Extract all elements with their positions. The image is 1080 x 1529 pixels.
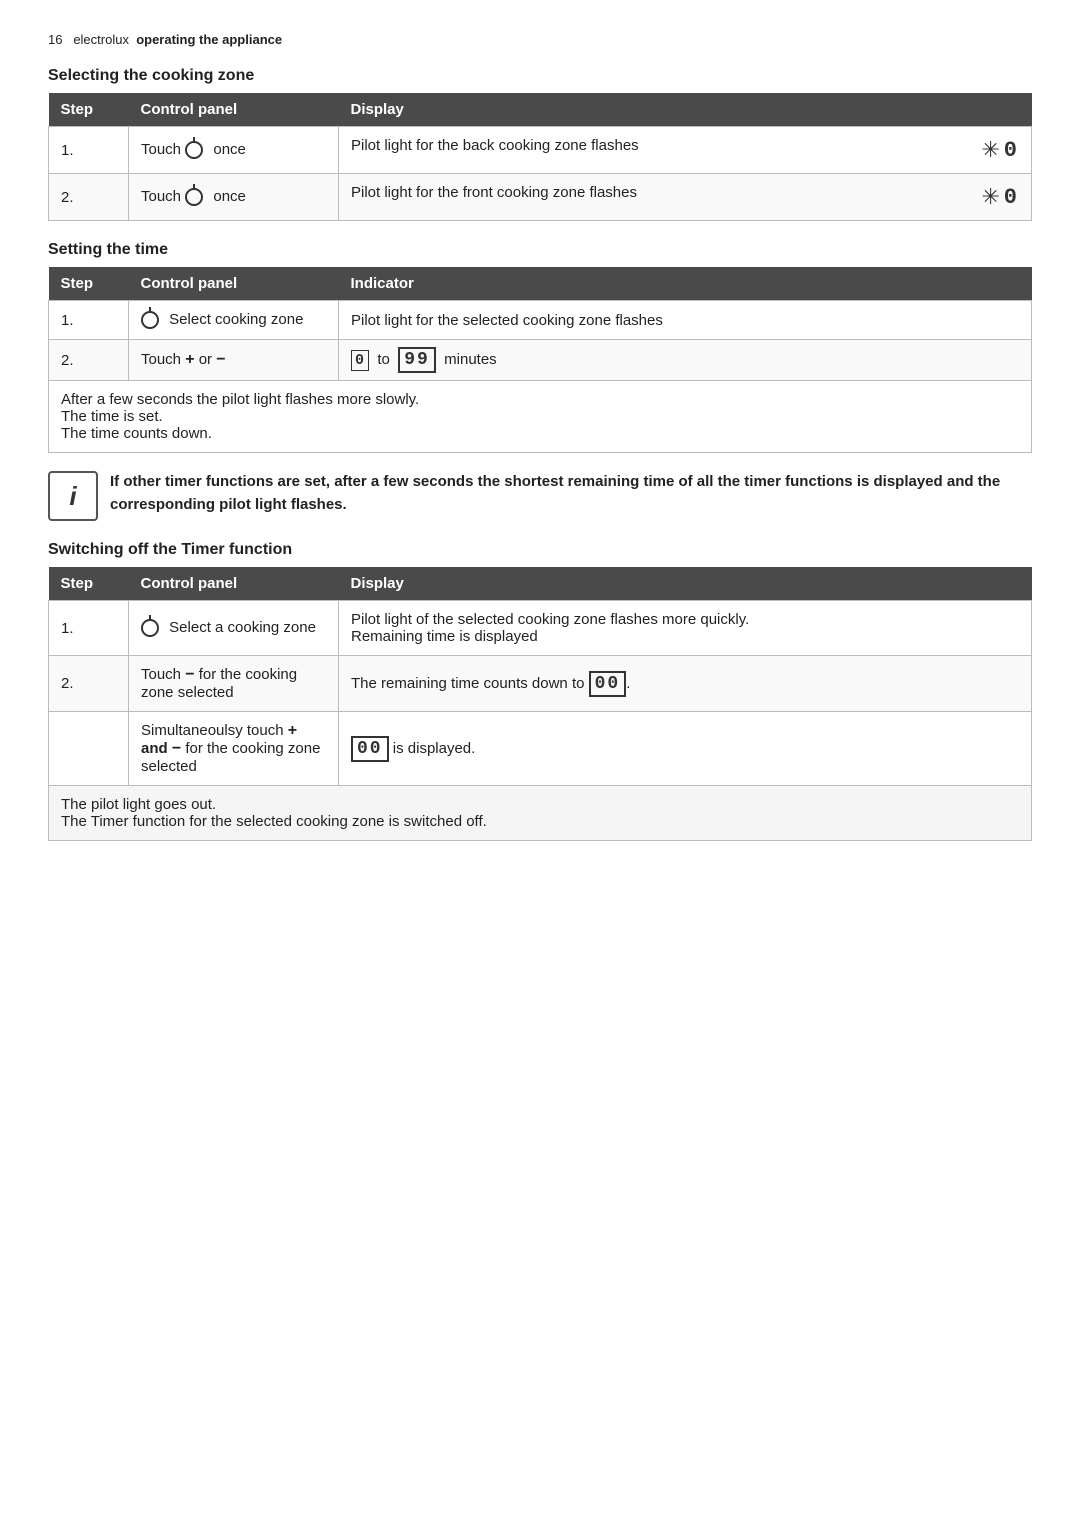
flash-indicator-1: ✳ 0 [981, 137, 1019, 163]
col-step-1: Step [49, 93, 129, 127]
info-box-text: If other timer functions are set, after … [110, 471, 1032, 516]
zero-zero-display: 00 [589, 671, 627, 697]
zone-icon-t1 [141, 311, 159, 329]
step-s3-display: 00 is displayed. [339, 712, 1032, 786]
minus-icon-s3: − [172, 740, 181, 757]
digit-display-2: 0 [1004, 185, 1019, 210]
step-s2-display: The remaining time counts down to 00. [339, 656, 1032, 712]
table-row: 1. Touch once Pilot light for the back c… [49, 127, 1032, 174]
minus-icon-s2: − [185, 666, 194, 683]
col-step-2: Step [49, 267, 129, 301]
col-control-2: Control panel [129, 267, 339, 301]
step-s2-control: Touch − for the cooking zone selected [129, 656, 339, 712]
step-s1-control: Select a cooking zone [129, 601, 339, 656]
flash-indicator-2: ✳ 0 [981, 184, 1019, 210]
minus-icon: − [216, 351, 225, 368]
brand-name: electrolux [73, 32, 129, 47]
page-number: 16 [48, 32, 62, 47]
col-display-1: Display [339, 93, 1032, 127]
info-icon: i [48, 471, 98, 521]
table-row-footer: The pilot light goes out. The Timer func… [49, 786, 1032, 841]
table-row: 1. Select a cooking zone Pilot light of … [49, 601, 1032, 656]
step-2-num: 2. [49, 174, 129, 221]
zero-zero-display-2: 00 [351, 736, 389, 762]
switching-off-table: Step Control panel Display 1. Select a c… [48, 567, 1032, 841]
page-header: 16 electrolux operating the appliance [48, 32, 1032, 47]
star-icon-1: ✳ [981, 137, 999, 163]
table-row: 2. Touch + or − 0 to 99 minutes [49, 340, 1032, 381]
step-t1-indicator: Pilot light for the selected cooking zon… [339, 301, 1032, 340]
step-s1-display: Pilot light of the selected cooking zone… [339, 601, 1032, 656]
step-1-num: 1. [49, 127, 129, 174]
setting-time-note: After a few seconds the pilot light flas… [49, 381, 1032, 453]
step-t2-control: Touch + or − [129, 340, 339, 381]
col-step-3: Step [49, 567, 129, 601]
section-title: operating the appliance [136, 32, 282, 47]
step-t1-num: 1. [49, 301, 129, 340]
switching-off-footer: The pilot light goes out. The Timer func… [49, 786, 1032, 841]
star-icon-2: ✳ [981, 184, 999, 210]
section3-title: Switching off the Timer function [48, 541, 1032, 559]
plus-icon-s3: + [288, 722, 297, 739]
zero-display: 0 [351, 350, 369, 371]
table-row: 2. Touch once Pilot light for the front … [49, 174, 1032, 221]
step-2-control: Touch once [129, 174, 339, 221]
zone-icon-1 [185, 141, 203, 159]
selecting-zone-table: Step Control panel Display 1. Touch once… [48, 93, 1032, 221]
section2-title: Setting the time [48, 241, 1032, 259]
zone-icon-s1 [141, 619, 159, 637]
col-control-3: Control panel [129, 567, 339, 601]
col-indicator-2: Indicator [339, 267, 1032, 301]
ninetynine-display: 99 [398, 347, 436, 373]
step-s1-num: 1. [49, 601, 129, 656]
step-t2-indicator: 0 to 99 minutes [339, 340, 1032, 381]
zone-icon-2 [185, 188, 203, 206]
step-s2-num: 2. [49, 656, 129, 712]
step-t1-control: Select cooking zone [129, 301, 339, 340]
step-1-display: Pilot light for the back cooking zone fl… [339, 127, 1032, 174]
step-s3-control: Simultaneoulsy touch + and − for the coo… [129, 712, 339, 786]
table-row-note: After a few seconds the pilot light flas… [49, 381, 1032, 453]
col-control-1: Control panel [129, 93, 339, 127]
step-s3-num [49, 712, 129, 786]
table-row: Simultaneoulsy touch + and − for the coo… [49, 712, 1032, 786]
step-2-display: Pilot light for the front cooking zone f… [339, 174, 1032, 221]
table-row: 1. Select cooking zone Pilot light for t… [49, 301, 1032, 340]
step-t2-num: 2. [49, 340, 129, 381]
step-1-control: Touch once [129, 127, 339, 174]
digit-display-1: 0 [1004, 138, 1019, 163]
col-display-3: Display [339, 567, 1032, 601]
section1-title: Selecting the cooking zone [48, 67, 1032, 85]
info-box: i If other timer functions are set, afte… [48, 471, 1032, 521]
setting-time-table: Step Control panel Indicator 1. Select c… [48, 267, 1032, 453]
plus-icon: + [185, 351, 194, 368]
table-row: 2. Touch − for the cooking zone selected… [49, 656, 1032, 712]
and-label: and [141, 740, 168, 757]
